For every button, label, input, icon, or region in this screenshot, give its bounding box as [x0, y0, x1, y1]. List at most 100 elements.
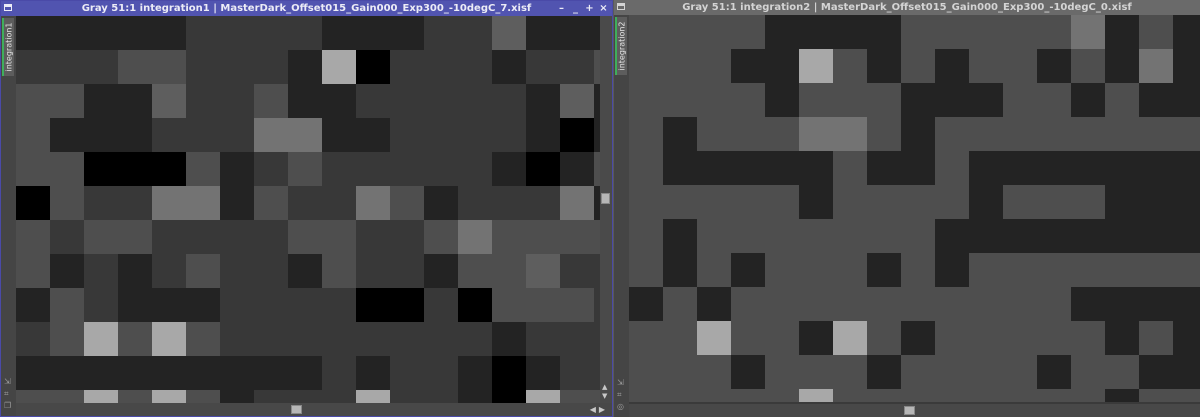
pixel-cell [492, 254, 526, 288]
close-button[interactable]: × [599, 1, 608, 16]
fit-icon[interactable]: ⌗ [4, 390, 11, 398]
pixel-cell [663, 15, 697, 49]
pixel-cell [1037, 117, 1071, 151]
pixel-cell [288, 390, 322, 403]
pixel-cell [663, 117, 697, 151]
pixel-cell [731, 253, 765, 287]
window-menu-icon[interactable] [4, 4, 12, 11]
shade-button[interactable]: – [557, 1, 566, 16]
pixel-cell [1037, 287, 1071, 321]
pixel-cell [16, 50, 50, 84]
pixel-cell [50, 50, 84, 84]
pixel-cell [833, 117, 867, 151]
pixel-cell [833, 151, 867, 185]
arrow-icon[interactable]: ⇲ [617, 379, 624, 387]
pixel-cell [84, 254, 118, 288]
pixel-cell [424, 356, 458, 390]
pixel-cell [560, 16, 594, 50]
image-viewport[interactable] [629, 15, 1200, 402]
pixel-cell [186, 152, 220, 186]
pixel-cell [424, 254, 458, 288]
pixel-cell [1173, 15, 1200, 49]
pixel-cell [629, 83, 663, 117]
image-window-integration1[interactable]: Gray 51:1 integration1 | MasterDark_Offs… [0, 0, 613, 417]
arrow-icon[interactable]: ⇲ [4, 378, 11, 386]
horizontal-scrollbar[interactable]: ◀▶ [16, 403, 612, 416]
pixel-cell [186, 16, 220, 50]
fit-icon[interactable]: ⌗ [617, 391, 624, 399]
pixel-cell [765, 219, 799, 253]
pixel-cell [901, 389, 935, 402]
pixel-cell [152, 322, 186, 356]
minimize-button[interactable]: _ [571, 1, 580, 16]
pixel-cell [356, 356, 390, 390]
pixel-cell [1139, 15, 1173, 49]
horizontal-scroll-thumb[interactable] [904, 406, 915, 415]
vertical-scroll-arrows[interactable]: ▲ ▼ [602, 383, 607, 401]
pixel-cell [16, 16, 50, 50]
pixel-cell [731, 117, 765, 151]
view-identifier-tab[interactable]: integration2 [615, 17, 627, 75]
pixel-cell [1139, 117, 1173, 151]
pixel-cell [1003, 389, 1037, 402]
pixel-cell [50, 152, 84, 186]
pixel-cell [288, 254, 322, 288]
vertical-scroll-thumb[interactable] [601, 193, 610, 204]
pixel-cell [458, 186, 492, 220]
pixel-cell [356, 220, 390, 254]
pixel-cell [1173, 287, 1200, 321]
pixel-cell [663, 83, 697, 117]
pixel-cell [663, 151, 697, 185]
pixel-cell [1173, 151, 1200, 185]
pixel-cell [1173, 49, 1200, 83]
pixel-cell [186, 356, 220, 390]
pixel-cell [629, 151, 663, 185]
vertical-scrollbar[interactable]: ▲ ▼ [600, 16, 612, 403]
layers-icon[interactable]: ❐ [4, 402, 11, 410]
pixel-cell [390, 152, 424, 186]
pixel-cell [560, 84, 594, 118]
view-identifier-tab[interactable]: integration1 [2, 18, 14, 76]
pixel-cell [458, 118, 492, 152]
pixel-cell [254, 356, 288, 390]
settings-icon[interactable]: ◎ [617, 403, 624, 411]
window-title-bar[interactable]: Gray 51:1 integration2 | MasterDark_Offs… [614, 0, 1200, 15]
pixel-cell [152, 220, 186, 254]
pixel-cell [697, 151, 731, 185]
horizontal-scroll-thumb[interactable] [291, 405, 302, 414]
pixel-cell [254, 152, 288, 186]
pixel-cell [1071, 117, 1105, 151]
pixel-cell [731, 389, 765, 402]
pixel-cell [969, 117, 1003, 151]
pixel-cell [84, 84, 118, 118]
pixel-cell [84, 50, 118, 84]
pixel-cell [84, 186, 118, 220]
pixel-cell [1037, 355, 1071, 389]
pixel-cell [424, 84, 458, 118]
pixel-cell [1071, 83, 1105, 117]
pixel-cell [867, 321, 901, 355]
pixel-cell [1105, 49, 1139, 83]
window-menu-icon[interactable] [617, 3, 625, 10]
pixel-cell [526, 254, 560, 288]
pixel-cell [288, 84, 322, 118]
window-title-bar[interactable]: Gray 51:1 integration1 | MasterDark_Offs… [1, 1, 612, 16]
pixel-cell [1105, 321, 1139, 355]
pixel-cell [424, 16, 458, 50]
pixel-cell [697, 83, 731, 117]
maximize-button[interactable]: + [585, 1, 594, 16]
image-window-integration2[interactable]: Gray 51:1 integration2 | MasterDark_Offs… [613, 0, 1200, 417]
pixel-cell [322, 152, 356, 186]
pixel-cell [867, 83, 901, 117]
pixel-cell [254, 16, 288, 50]
pixel-cell [697, 49, 731, 83]
pixel-cell [50, 220, 84, 254]
pixel-cell [152, 118, 186, 152]
horizontal-scroll-arrows[interactable]: ◀▶ [590, 403, 608, 416]
pixel-cell [356, 254, 390, 288]
pixel-cell [424, 220, 458, 254]
pixel-cell [663, 185, 697, 219]
image-viewport[interactable] [16, 16, 600, 403]
pixel-cell [288, 322, 322, 356]
horizontal-scrollbar[interactable] [629, 404, 1200, 417]
